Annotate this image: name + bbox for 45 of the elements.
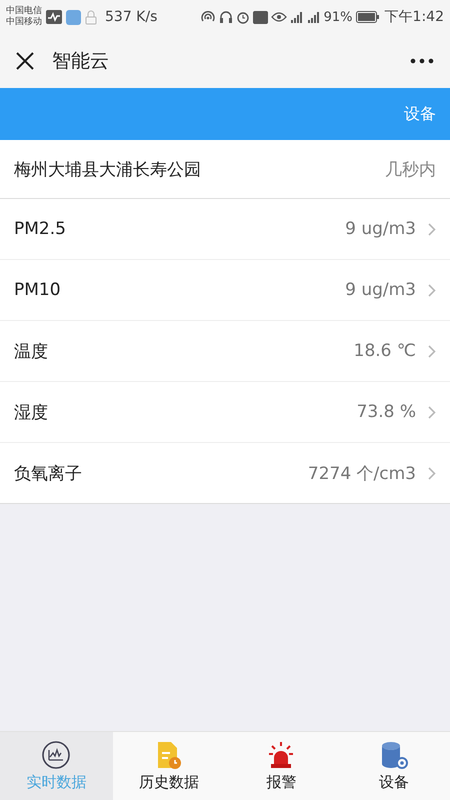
lock-icon	[85, 10, 97, 24]
reading-row[interactable]: PM2.5 9 ug/m3	[0, 199, 450, 259]
reading-value: 9 ug/m3	[345, 219, 416, 239]
chevron-icon	[428, 284, 436, 296]
hotspot-icon	[200, 10, 216, 24]
reading-row[interactable]: 温度 18.6 ℃	[0, 320, 450, 381]
battery-icon	[356, 11, 380, 23]
document-clock-icon	[156, 740, 182, 770]
reading-value: 9 ug/m3	[345, 280, 416, 300]
tab[interactable]: 报警	[225, 732, 338, 800]
eye-icon	[270, 11, 287, 23]
tab[interactable]: 历史数据	[112, 732, 225, 800]
chevron-icon	[428, 466, 436, 480]
tab[interactable]: 设备	[338, 732, 450, 800]
chevron-icon	[428, 222, 436, 236]
chevron-icon	[428, 406, 436, 418]
location-name: 梅州大埔县大浦长寿公园	[14, 158, 201, 180]
reading-name: PM10	[14, 280, 61, 300]
reading-name: 负氧离子	[14, 462, 82, 484]
reading-value: 18.6 ℃	[354, 341, 416, 361]
chart-icon	[41, 740, 72, 770]
reading-value: 7274 个/cm3	[308, 462, 416, 484]
battery-percent: 91%	[324, 10, 353, 24]
reading-value: 73.8 %	[356, 402, 416, 422]
reading-row[interactable]: 湿度 73.8 %	[0, 381, 450, 442]
signal-icon	[306, 11, 321, 23]
update-time: 几秒内	[385, 158, 436, 180]
headphones-icon	[218, 10, 233, 24]
clock-time: 下午1:42	[384, 8, 444, 26]
chevron-icon	[428, 344, 436, 358]
carrier-name: 中国电信	[6, 6, 42, 16]
reading-row[interactable]: PM10 9 ug/m3	[0, 259, 450, 320]
signal-icon	[290, 11, 304, 23]
more-icon[interactable]	[410, 58, 434, 64]
network-speed: 537 K/s	[105, 9, 158, 25]
activity-icon	[46, 10, 62, 24]
alarm-clock-icon	[236, 10, 250, 24]
carrier-name: 中国移动	[6, 17, 42, 28]
close-icon[interactable]	[16, 52, 34, 70]
page-title: 智能云	[52, 49, 109, 74]
reading-row[interactable]: 负氧离子 7274 个/cm3	[0, 442, 450, 503]
app-icon	[66, 10, 81, 24]
reading-name: 湿度	[14, 402, 48, 424]
reading-name: 温度	[14, 340, 48, 362]
reading-name: PM2.5	[14, 219, 66, 239]
